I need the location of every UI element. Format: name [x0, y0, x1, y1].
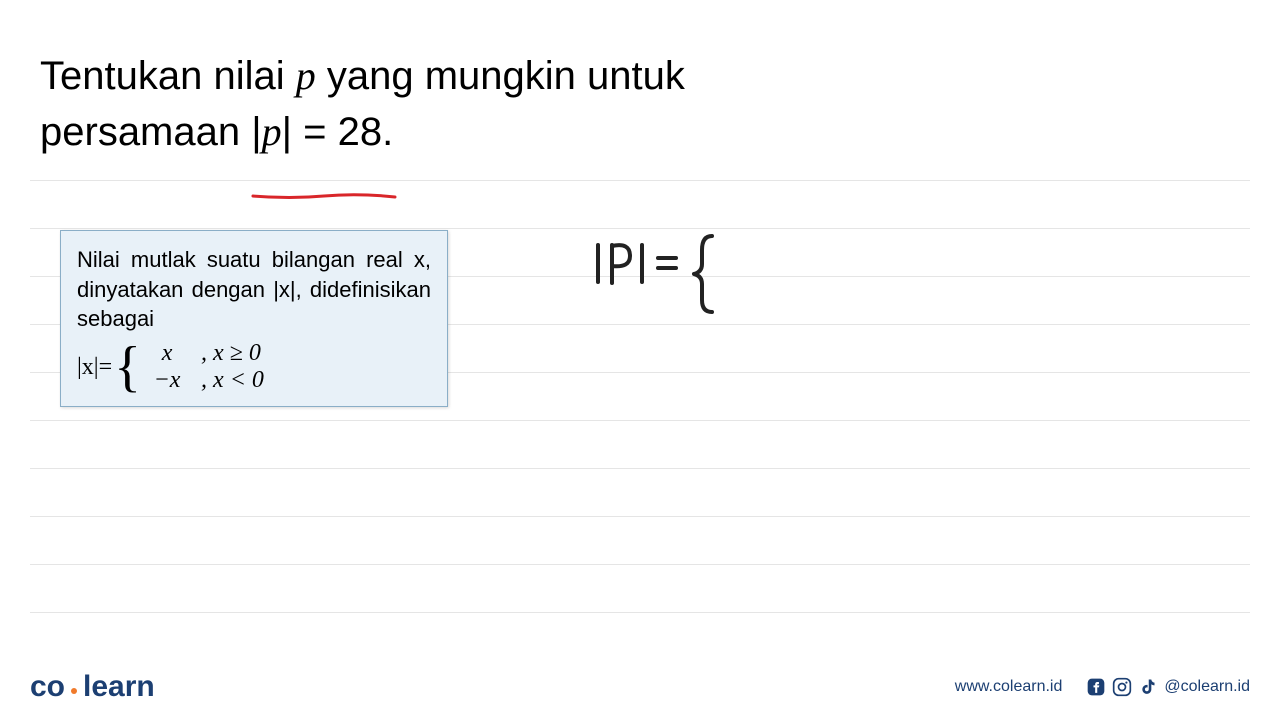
definition-text: Nilai mutlak suatu bilangan real x, diny… [77, 245, 431, 334]
logo-dot-icon [71, 688, 77, 694]
case2-condition: , x < 0 [201, 367, 264, 394]
absolute-value-formula: |x|= { x , x ≥ 0 −x , x < 0 [77, 340, 431, 394]
question-line1-suffix: yang mungkin untuk [316, 54, 685, 98]
footer-right: www.colearn.id @colearn.id [955, 677, 1250, 697]
ruled-line [30, 516, 1250, 517]
instagram-icon [1112, 677, 1132, 697]
social-handle: @colearn.id [1164, 678, 1250, 696]
case2-value: −x [143, 367, 191, 394]
formula-cases: x , x ≥ 0 −x , x < 0 [143, 340, 264, 394]
logo-part1: co [30, 670, 65, 704]
colearn-logo: co learn [30, 670, 155, 704]
definition-box: Nilai mutlak suatu bilangan real x, diny… [60, 230, 448, 407]
footer: co learn www.colearn.id @colearn.id [30, 670, 1250, 704]
footer-url: www.colearn.id [955, 678, 1063, 696]
ruled-line [30, 564, 1250, 565]
equation-underlined: |p| = 28. [251, 104, 393, 160]
social-icons: @colearn.id [1086, 677, 1250, 697]
case-1: x , x ≥ 0 [143, 340, 264, 367]
logo-part2: learn [83, 670, 155, 704]
question-line2-prefix: persamaan [40, 110, 251, 154]
ruled-line [30, 180, 1250, 181]
question-var-p: p [296, 53, 316, 98]
question-line1-prefix: Tentukan nilai [40, 54, 296, 98]
brace-open-icon: { [114, 343, 141, 391]
equation-text: |p| = 28. [251, 110, 393, 154]
red-underline-annotation [251, 160, 397, 168]
ruled-line [30, 612, 1250, 613]
question-text: Tentukan nilai p yang mungkin untuk pers… [40, 48, 1240, 160]
equation-var-p: p [262, 109, 282, 154]
case1-condition: , x ≥ 0 [201, 340, 261, 367]
facebook-icon [1086, 677, 1106, 697]
ruled-line [30, 468, 1250, 469]
question-area: Tentukan nilai p yang mungkin untuk pers… [0, 0, 1280, 160]
case1-value: x [143, 340, 191, 367]
handwritten-equation-icon [590, 230, 750, 320]
tiktok-icon [1138, 677, 1158, 697]
case-2: −x , x < 0 [143, 367, 264, 394]
handwritten-work [590, 230, 750, 325]
ruled-line [30, 228, 1250, 229]
ruled-line [30, 420, 1250, 421]
formula-lhs: |x|= [77, 354, 112, 381]
